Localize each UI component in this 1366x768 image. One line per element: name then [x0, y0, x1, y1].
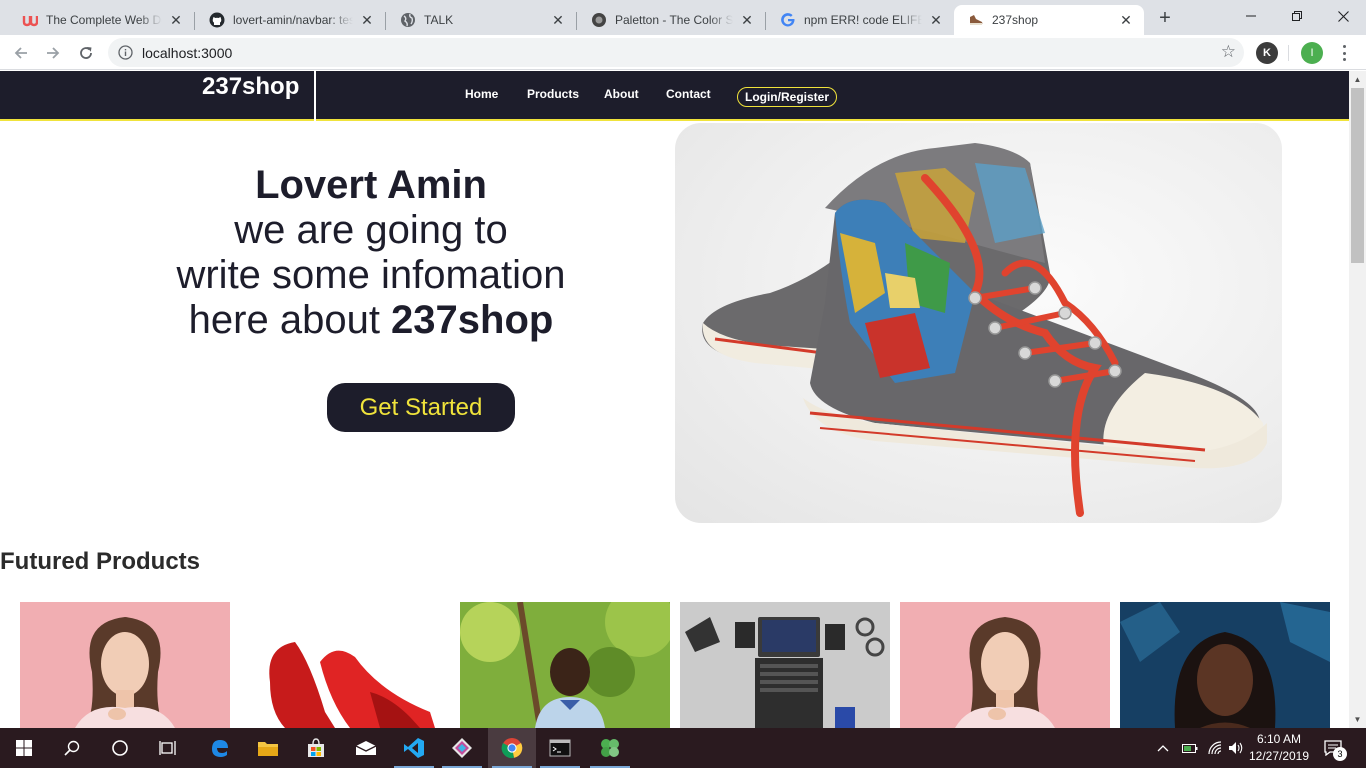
restore-icon[interactable] — [1274, 0, 1320, 32]
browser-tab-strip: The Complete Web Dev ✕ lovert-amin/navba… — [0, 0, 1366, 35]
scrollbar-thumb[interactable] — [1351, 88, 1364, 263]
nav-link-about[interactable]: About — [604, 87, 639, 101]
page-scrollbar[interactable]: ▲ ▼ — [1349, 71, 1366, 728]
tab-title: lovert-amin/navbar: tes — [233, 13, 353, 27]
github-icon — [209, 12, 225, 28]
tab-title: Paletton - The Color Sch — [615, 13, 733, 27]
store-icon[interactable] — [292, 728, 340, 768]
browser-tab-active[interactable]: 237shop ✕ — [954, 5, 1144, 35]
minimize-icon[interactable] — [1228, 0, 1274, 32]
scroll-up-arrow-icon[interactable]: ▲ — [1349, 71, 1366, 88]
hero-line-1: we are going to — [234, 208, 508, 252]
brand-divider — [314, 71, 316, 121]
file-explorer-icon[interactable] — [244, 728, 292, 768]
url-text: localhost:3000 — [142, 45, 233, 61]
extension-k-icon[interactable]: K — [1256, 42, 1278, 64]
product-card[interactable] — [20, 602, 230, 728]
tab-title: 237shop — [992, 13, 1039, 27]
site-logo[interactable]: 237shop — [202, 73, 299, 101]
new-tab-plus-icon[interactable]: + — [1154, 7, 1176, 29]
browser-tab[interactable]: The Complete Web Dev ✕ — [8, 5, 194, 35]
toolbar-divider — [1288, 45, 1289, 61]
close-tab-icon[interactable]: ✕ — [359, 12, 375, 29]
profile-avatar[interactable]: I — [1301, 42, 1323, 64]
globe-icon — [400, 12, 416, 28]
reload-icon[interactable] — [74, 41, 98, 65]
wifi-icon[interactable] — [1207, 728, 1223, 768]
site-navbar: 237shop Home Products About Contact Logi… — [0, 71, 1349, 121]
nav-link-products[interactable]: Products — [527, 87, 579, 101]
task-view-icon[interactable] — [144, 728, 192, 768]
close-tab-icon[interactable]: ✕ — [550, 12, 566, 29]
clover-app-icon[interactable] — [586, 728, 634, 768]
paletton-icon — [591, 12, 607, 28]
get-started-button[interactable]: Get Started — [327, 383, 515, 432]
close-tab-icon[interactable]: ✕ — [1118, 12, 1134, 29]
featured-products-title: Futured Products — [0, 548, 201, 575]
udemy-icon — [22, 12, 38, 28]
product-card[interactable] — [460, 602, 670, 728]
google-icon — [780, 12, 796, 28]
close-window-icon[interactable] — [1320, 0, 1366, 32]
hero-brand: 237shop — [391, 298, 554, 342]
gitkraken-icon[interactable] — [438, 728, 486, 768]
browser-tab[interactable]: lovert-amin/navbar: tes ✕ — [195, 5, 385, 35]
hero-text: Lovert Amin we are going to write some i… — [121, 163, 621, 343]
vscode-icon[interactable] — [390, 728, 438, 768]
terminal-icon[interactable] — [536, 728, 584, 768]
show-hidden-icons-chevron-icon[interactable] — [1157, 728, 1169, 768]
clock-time: 6:10 AM — [1256, 732, 1302, 746]
battery-icon[interactable] — [1182, 728, 1198, 768]
mail-icon[interactable] — [342, 728, 390, 768]
nav-link-home[interactable]: Home — [465, 87, 498, 101]
system-clock[interactable]: 6:10 AM 12/27/2019 — [1248, 731, 1310, 765]
shoe-icon — [968, 12, 984, 28]
close-tab-icon[interactable]: ✕ — [739, 12, 755, 29]
page-viewport: 237shop Home Products About Contact Logi… — [0, 71, 1349, 728]
notification-count-badge: 3 — [1333, 747, 1347, 761]
clock-date: 12/27/2019 — [1248, 749, 1310, 763]
bookmark-star-icon[interactable]: ☆ — [1221, 42, 1236, 62]
browser-tab[interactable]: npm ERR! code ELIFECY ✕ — [766, 5, 954, 35]
product-card[interactable] — [1120, 602, 1330, 728]
forward-arrow-icon[interactable] — [41, 41, 65, 65]
tab-title: npm ERR! code ELIFECY — [804, 13, 922, 27]
address-bar[interactable]: localhost:3000 ☆ — [108, 38, 1244, 67]
close-tab-icon[interactable]: ✕ — [928, 12, 944, 29]
hero-line-3: here about 237shop — [188, 298, 554, 342]
tab-title: TALK — [424, 13, 454, 27]
product-card[interactable] — [240, 602, 450, 728]
tab-title: The Complete Web Dev — [46, 13, 162, 27]
windows-start-icon[interactable] — [0, 728, 48, 768]
back-arrow-icon[interactable] — [9, 41, 33, 65]
chrome-icon[interactable] — [488, 728, 536, 768]
browser-toolbar: localhost:3000 ☆ K I — [0, 35, 1366, 70]
edge-browser-icon[interactable] — [196, 728, 244, 768]
site-info-icon[interactable] — [118, 45, 133, 60]
hero-name: Lovert Amin — [255, 163, 487, 207]
windows-taskbar: 6:10 AM 12/27/2019 — [0, 728, 1366, 768]
volume-icon[interactable] — [1228, 728, 1244, 768]
hero-line-2: write some infomation — [176, 253, 566, 297]
login-register-button[interactable]: Login/Register — [737, 87, 837, 107]
cortana-icon[interactable] — [96, 728, 144, 768]
browser-menu-icon[interactable] — [1336, 43, 1352, 63]
browser-tab[interactable]: Paletton - The Color Sch ✕ — [577, 5, 765, 35]
hero-sneaker-image — [675, 123, 1282, 523]
scroll-down-arrow-icon[interactable]: ▼ — [1349, 711, 1366, 728]
nav-link-contact[interactable]: Contact — [666, 87, 711, 101]
browser-tab[interactable]: TALK ✕ — [386, 5, 576, 35]
product-card[interactable] — [900, 602, 1110, 728]
close-tab-icon[interactable]: ✕ — [168, 12, 184, 29]
search-icon[interactable] — [48, 728, 96, 768]
product-card[interactable] — [680, 602, 890, 728]
